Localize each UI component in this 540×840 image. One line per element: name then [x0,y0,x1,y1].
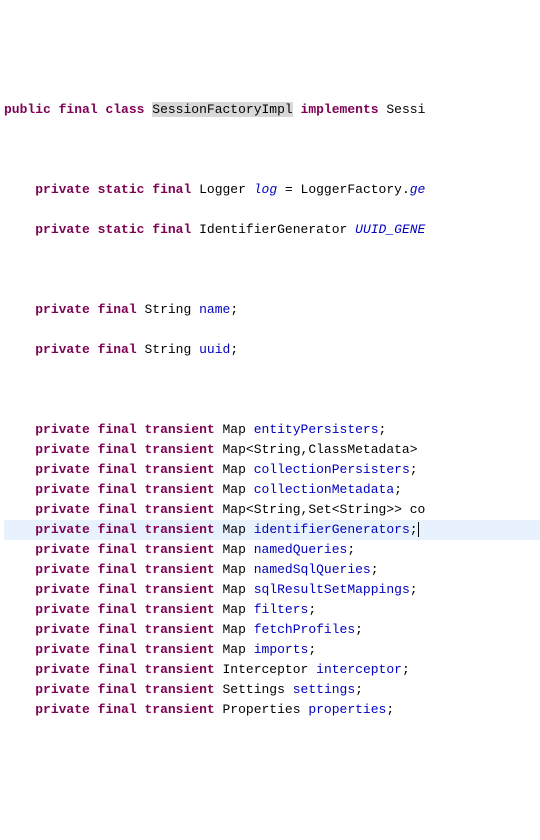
transient-field-line: private final transient Map<String,Set<S… [4,500,540,520]
transient-field-line: private final transient Map namedQueries… [4,540,540,560]
transient-field-line: private final transient Properties prope… [4,700,540,720]
uuid-generator-field: private static final IdentifierGenerator… [4,220,540,240]
transient-field-line: private final transient Interceptor inte… [4,660,540,680]
transient-field-line: private final transient Map collectionPe… [4,460,540,480]
transient-field-line: private final transient Map sqlResultSet… [4,580,540,600]
transient-field-line: private final transient Map filters; [4,600,540,620]
code-area: public final class SessionFactoryImpl im… [0,80,540,740]
transient-field-line: private final transient Map fetchProfile… [4,620,540,640]
transient-field-line: private final transient Map imports; [4,640,540,660]
blank-line [4,380,540,400]
name-field: private final String name; [4,300,540,320]
transient-field-line: private final transient Map entityPersis… [4,420,540,440]
blank-line [4,140,540,160]
blank-line [4,260,540,280]
transient-field-line: private final transient Settings setting… [4,680,540,700]
transient-field-line: private final transient Map<String,Class… [4,440,540,460]
class-declaration: public final class SessionFactoryImpl im… [4,100,540,120]
logger-field: private static final Logger log = Logger… [4,180,540,200]
uuid-field: private final String uuid; [4,340,540,360]
class-name: SessionFactoryImpl [152,102,292,117]
transient-field-line: private final transient Map identifierGe… [4,520,540,540]
transient-field-line: private final transient Map collectionMe… [4,480,540,500]
transient-field-line: private final transient Map namedSqlQuer… [4,560,540,580]
